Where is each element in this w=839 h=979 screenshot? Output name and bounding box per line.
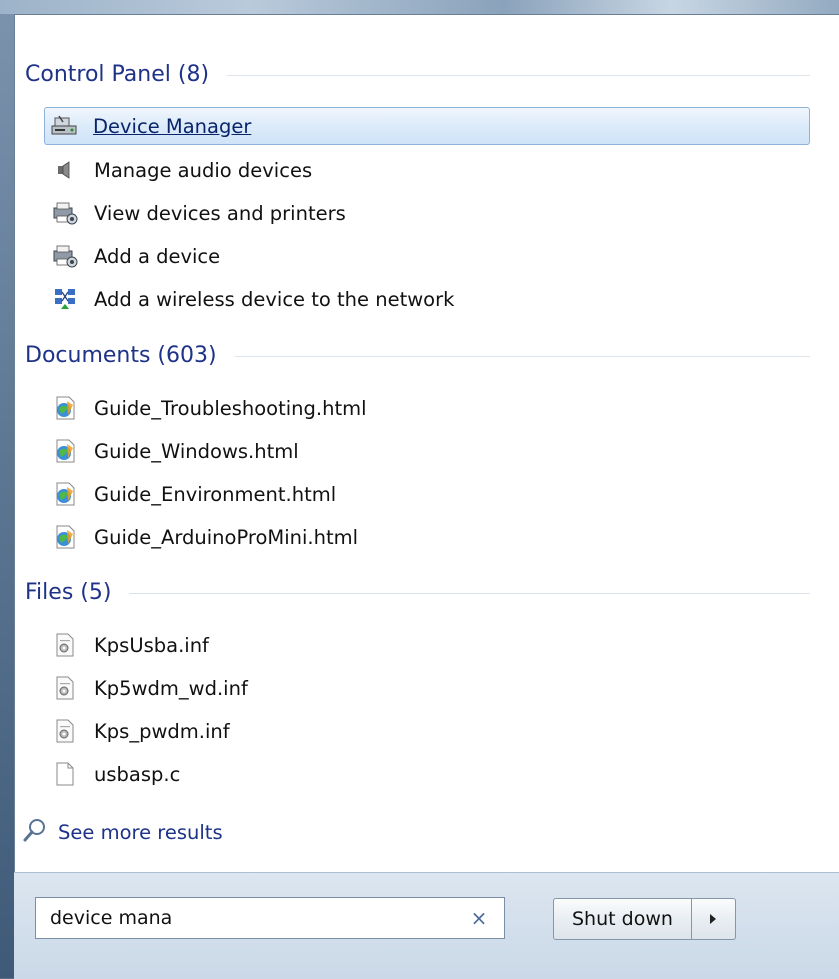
result-label: Guide_ArduinoProMini.html <box>94 525 359 549</box>
html-file-icon <box>50 436 80 466</box>
result-item-add-wireless-device[interactable]: Add a wireless device to the network <box>46 280 454 318</box>
shut-down-button[interactable]: Shut down <box>553 898 692 940</box>
section-title: Control Panel (8) <box>25 61 210 87</box>
search-box[interactable]: × <box>35 897 505 939</box>
see-more-results-link[interactable]: See more results <box>22 815 223 849</box>
result-item-view-devices-and-printers[interactable]: View devices and printers <box>46 194 346 232</box>
shutdown-options-button[interactable] <box>691 898 736 940</box>
result-item-guide-troubleshooting[interactable]: Guide_Troubleshooting.html <box>46 389 367 427</box>
result-label: Kps_pwdm.inf <box>94 719 230 743</box>
html-file-icon <box>50 479 80 509</box>
result-item-usbasp-c[interactable]: usbasp.c <box>46 755 180 793</box>
result-label: KpsUsba.inf <box>94 633 209 657</box>
result-label: Kp5wdm_wd.inf <box>94 676 248 700</box>
result-label: Guide_Windows.html <box>94 439 299 463</box>
see-more-label: See more results <box>58 820 223 844</box>
result-item-device-manager[interactable]: Device Manager <box>44 107 810 145</box>
section-header-documents[interactable]: Documents (603) <box>25 338 810 372</box>
speaker-icon <box>50 155 80 185</box>
result-label: View devices and printers <box>94 201 346 225</box>
section-title: Files (5) <box>25 579 112 605</box>
search-input[interactable] <box>36 899 464 937</box>
search-icon <box>22 817 48 847</box>
result-item-add-a-device[interactable]: Add a device <box>46 237 220 275</box>
result-item-guide-windows[interactable]: Guide_Windows.html <box>46 432 299 470</box>
result-item-kp5wdm-wd-inf[interactable]: Kp5wdm_wd.inf <box>46 669 248 707</box>
blank-file-icon <box>50 759 80 789</box>
section-header-control-panel[interactable]: Control Panel (8) <box>25 57 810 91</box>
frame-glow <box>0 0 839 14</box>
chevron-right-icon <box>708 910 718 929</box>
section-divider <box>129 592 810 594</box>
result-item-guide-environment[interactable]: Guide_Environment.html <box>46 475 336 513</box>
section-header-files[interactable]: Files (5) <box>25 575 810 609</box>
section-title: Documents (603) <box>25 342 217 368</box>
printer-icon <box>50 241 80 271</box>
network-icon <box>50 284 80 314</box>
result-label: Add a device <box>94 244 221 268</box>
printer-icon <box>50 198 80 228</box>
inf-file-icon <box>50 673 80 703</box>
result-item-kpsusba-inf[interactable]: KpsUsba.inf <box>46 626 209 664</box>
html-file-icon <box>50 522 80 552</box>
inf-file-icon <box>50 630 80 660</box>
result-label: Guide_Environment.html <box>94 482 337 506</box>
shutdown-group: Shut down <box>553 898 736 940</box>
clear-search-icon[interactable]: × <box>464 903 494 933</box>
device-manager-icon <box>49 111 79 141</box>
result-item-guide-arduinopromini[interactable]: Guide_ArduinoProMini.html <box>46 518 358 556</box>
result-item-manage-audio-devices[interactable]: Manage audio devices <box>46 151 312 189</box>
result-label: Guide_Troubleshooting.html <box>94 396 367 420</box>
result-item-kps-pwdm-inf[interactable]: Kps_pwdm.inf <box>46 712 230 750</box>
result-label: Add a wireless device to the network <box>94 287 455 311</box>
inf-file-icon <box>50 716 80 746</box>
result-label: usbasp.c <box>94 762 181 786</box>
section-divider <box>234 355 810 357</box>
html-file-icon <box>50 393 80 423</box>
result-label: Device Manager <box>93 114 252 138</box>
result-label: Manage audio devices <box>94 158 313 182</box>
section-divider <box>227 74 810 76</box>
